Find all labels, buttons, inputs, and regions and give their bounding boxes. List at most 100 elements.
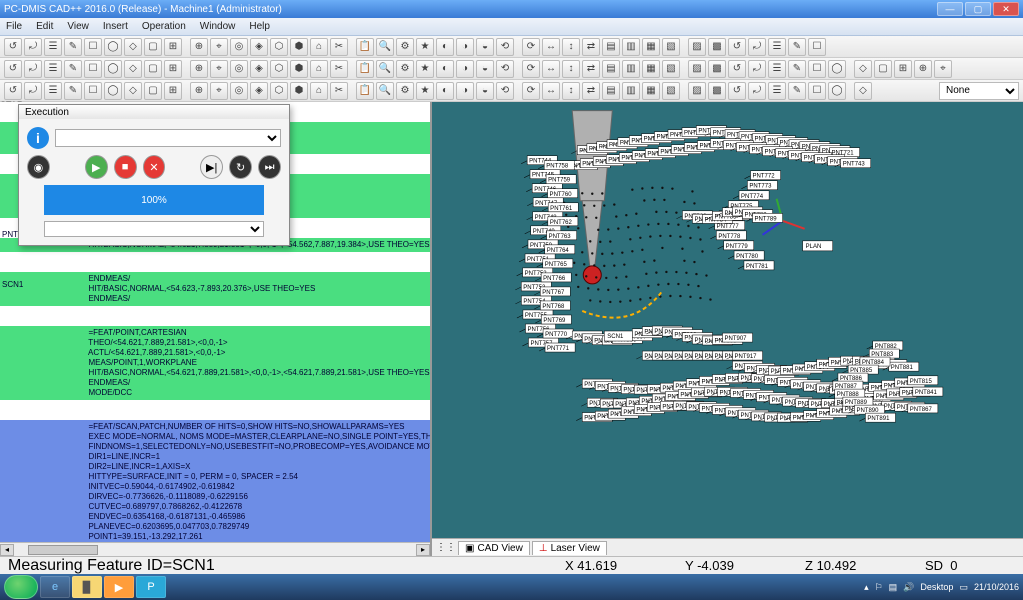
toolbar-button[interactable]: ⚙ xyxy=(396,38,414,56)
toolbar-button[interactable]: ⌂ xyxy=(310,60,328,78)
toolbar-button[interactable]: ◎ xyxy=(230,38,248,56)
toolbar-button[interactable]: ↔ xyxy=(542,60,560,78)
toolbar-button[interactable]: ↺ xyxy=(4,60,22,78)
toolbar-button[interactable]: ⤾ xyxy=(24,60,42,78)
toolbar-button[interactable]: ☰ xyxy=(768,38,786,56)
toolbar-button[interactable]: ⊞ xyxy=(164,60,182,78)
toolbar-button[interactable]: ⊕ xyxy=(190,38,208,56)
toolbar-button[interactable]: 🔍 xyxy=(376,60,394,78)
toolbar-button[interactable]: ★ xyxy=(416,38,434,56)
taskbar-media-icon[interactable]: ▶ xyxy=(104,576,134,598)
toolbar-button[interactable]: ↕ xyxy=(562,60,580,78)
toolbar-button[interactable]: ◒ xyxy=(476,60,494,78)
maximize-button[interactable]: ▢ xyxy=(965,2,991,16)
execution-feature-combo[interactable] xyxy=(55,129,281,147)
stop-button[interactable]: ■ xyxy=(114,155,137,179)
toolbar-button[interactable]: ⊕ xyxy=(914,60,932,78)
toolbar-button[interactable]: ⌖ xyxy=(210,60,228,78)
toolbar-button[interactable]: ⟳ xyxy=(522,60,540,78)
toolbar-button[interactable]: ✎ xyxy=(788,82,806,100)
tab-cad-view[interactable]: ▣ CAD View xyxy=(458,541,530,555)
minimize-button[interactable]: — xyxy=(937,2,963,16)
toolbar-button[interactable]: ◎ xyxy=(230,82,248,100)
toolbar-button[interactable]: ◇ xyxy=(124,82,142,100)
toolbar-button[interactable]: ⌂ xyxy=(310,38,328,56)
toolbar-button[interactable]: ✎ xyxy=(788,60,806,78)
toolbar-button[interactable]: ✂ xyxy=(330,82,348,100)
toolbar-button[interactable]: ⊞ xyxy=(164,82,182,100)
toolbar-button[interactable]: ↺ xyxy=(728,82,746,100)
toolbar-button[interactable]: 📋 xyxy=(356,82,374,100)
toolbar-button[interactable]: ✂ xyxy=(330,60,348,78)
toolbar-button[interactable]: ↕ xyxy=(562,38,580,56)
scroll-left-arrow[interactable]: ◂ xyxy=(0,544,14,556)
toolbar-button[interactable]: ◒ xyxy=(476,38,494,56)
toolbar-button[interactable]: ☰ xyxy=(44,60,62,78)
toolbar-button[interactable]: ↔ xyxy=(542,82,560,100)
toolbar-button[interactable]: ◑ xyxy=(456,60,474,78)
plan-label[interactable]: PLAN xyxy=(803,241,833,251)
toolbar-button[interactable]: ▧ xyxy=(662,82,680,100)
menu-help[interactable]: Help xyxy=(247,20,272,33)
toolbar-button[interactable]: ☐ xyxy=(84,82,102,100)
toolbar-button[interactable]: ▨ xyxy=(688,38,706,56)
toolbar-button[interactable]: ⚙ xyxy=(396,82,414,100)
toolbar-button[interactable]: ▦ xyxy=(642,60,660,78)
toolbar-button[interactable]: ▢ xyxy=(874,60,892,78)
toolbar-button[interactable]: ⤾ xyxy=(24,38,42,56)
toolbar-button[interactable]: ▢ xyxy=(144,60,162,78)
toolbar-button[interactable]: ✎ xyxy=(64,60,82,78)
toolbar-button[interactable]: ↺ xyxy=(728,38,746,56)
toolbar-button[interactable]: ◯ xyxy=(828,82,846,100)
toolbar-button[interactable]: ⊞ xyxy=(894,60,912,78)
toolbar-button[interactable]: ◯ xyxy=(104,82,122,100)
tab-laser-view[interactable]: ⊥ Laser View xyxy=(532,541,607,555)
toolbar-button[interactable]: ⌖ xyxy=(934,60,952,78)
toolbar-button[interactable]: ⤾ xyxy=(748,60,766,78)
toolbar-button[interactable]: ◇ xyxy=(124,60,142,78)
start-button[interactable] xyxy=(4,575,38,599)
toolbar-button[interactable]: ⬡ xyxy=(270,82,288,100)
taskbar-pcdmis-icon[interactable]: P xyxy=(136,576,166,598)
toolbar-button[interactable]: ⬢ xyxy=(290,60,308,78)
tray-network-icon[interactable]: ▤ xyxy=(889,582,898,593)
toolbar-button[interactable]: ▢ xyxy=(144,38,162,56)
toolbar-button[interactable]: ◈ xyxy=(250,38,268,56)
toolbar-button[interactable]: ☐ xyxy=(84,38,102,56)
toolbar-button[interactable]: ▥ xyxy=(622,60,640,78)
toolbar-button[interactable]: ◈ xyxy=(250,60,268,78)
toolbar-button[interactable]: ⟳ xyxy=(522,82,540,100)
toolbar-button[interactable]: ⤾ xyxy=(748,82,766,100)
toolbar-button[interactable]: ★ xyxy=(416,60,434,78)
toolbar-button[interactable]: ▥ xyxy=(622,82,640,100)
toolbar-button[interactable]: ▤ xyxy=(602,60,620,78)
toolbar-button[interactable]: ▧ xyxy=(662,38,680,56)
toolbar-button[interactable]: ◇ xyxy=(124,38,142,56)
taskbar-ie-icon[interactable]: e xyxy=(40,576,70,598)
play-button[interactable]: ▶ xyxy=(85,155,108,179)
toolbar-button[interactable]: 🔍 xyxy=(376,82,394,100)
toolbar-button[interactable]: ◇ xyxy=(854,60,872,78)
toolbar-button[interactable]: ▦ xyxy=(642,82,660,100)
toolbar-button[interactable]: ◈ xyxy=(250,82,268,100)
toolbar-button[interactable]: ⟲ xyxy=(496,60,514,78)
toolbar-button[interactable]: ☰ xyxy=(44,38,62,56)
toolbar-button[interactable]: ▨ xyxy=(688,60,706,78)
toolbar-button[interactable]: ☐ xyxy=(808,60,826,78)
system-tray[interactable]: ▴ ⚐ ▤ 🔊 Desktop ▭ 21/10/2016 xyxy=(864,582,1019,593)
toolbar-button[interactable]: ⟲ xyxy=(496,38,514,56)
toolbar-button[interactable]: ⬡ xyxy=(270,38,288,56)
menu-insert[interactable]: Insert xyxy=(101,20,130,33)
toolbar-button[interactable]: ⇄ xyxy=(582,38,600,56)
toolbar-button[interactable]: ▢ xyxy=(144,82,162,100)
toolbar-button[interactable]: ◒ xyxy=(476,82,494,100)
toolbar-button[interactable]: ⊞ xyxy=(164,38,182,56)
toolbar-button[interactable]: ▧ xyxy=(662,60,680,78)
scroll-thumb[interactable] xyxy=(28,545,98,555)
toolbar-button[interactable]: ⤾ xyxy=(748,38,766,56)
tray-flag-icon[interactable]: ⚐ xyxy=(875,582,883,593)
horizontal-scrollbar[interactable]: ◂ ▸ xyxy=(0,542,430,556)
toolbar-button[interactable]: ⌖ xyxy=(210,82,228,100)
toolbar-button[interactable]: ◇ xyxy=(854,82,872,100)
toolbar-button[interactable]: ☰ xyxy=(768,82,786,100)
